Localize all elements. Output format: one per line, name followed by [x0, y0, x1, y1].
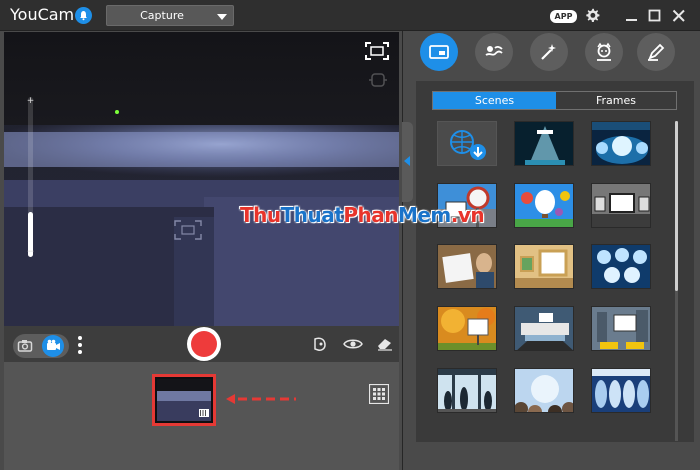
camera-icon[interactable]	[17, 338, 33, 354]
magic-wand-icon	[541, 44, 556, 60]
scene-stage-spotlight[interactable]	[514, 121, 574, 166]
record-button[interactable]	[187, 327, 221, 361]
title-bar: YouCam Capture APP	[0, 0, 700, 31]
minimize-icon[interactable]	[624, 8, 640, 24]
scene-crowd-circle[interactable]	[514, 368, 574, 413]
notification-bell-icon[interactable]	[75, 7, 92, 24]
close-icon[interactable]	[671, 8, 687, 24]
scene-blue-capsules[interactable]	[591, 368, 651, 413]
scene-icon	[429, 45, 449, 59]
brush-tool-button[interactable]	[637, 33, 675, 71]
filmstrip	[4, 362, 399, 470]
mode-dropdown-label: Capture	[140, 9, 184, 22]
scene-window-silhouettes[interactable]	[437, 368, 497, 413]
mode-dropdown[interactable]: Capture	[106, 5, 234, 26]
scene-hot-air-balloons[interactable]	[514, 183, 574, 228]
chevron-down-icon	[217, 14, 227, 20]
video-mode-button[interactable]	[42, 335, 64, 357]
watermark: ThuThuatPhanMem.vn	[240, 203, 485, 227]
gear-icon[interactable]	[585, 8, 600, 23]
magic-tool-button[interactable]	[530, 33, 568, 71]
camera-controls-bar	[4, 326, 399, 362]
scene-blue-spheres[interactable]	[591, 244, 651, 289]
face-tracking-icon[interactable]	[368, 72, 388, 88]
zoom-in-icon[interactable]: +	[26, 97, 35, 106]
collapse-panel-handle[interactable]	[402, 122, 413, 202]
scene-tool-button[interactable]	[420, 33, 458, 71]
app-title: YouCam	[10, 5, 75, 24]
thumbnail-image	[157, 379, 211, 421]
scene-download-more[interactable]	[437, 121, 497, 166]
video-camera-icon	[47, 339, 60, 350]
brush-icon	[648, 43, 665, 61]
watermark-part: Thuat	[280, 203, 344, 227]
maximize-icon[interactable]	[647, 8, 663, 24]
zoom-slider[interactable]	[28, 97, 33, 257]
avatar-tool-button[interactable]	[585, 33, 623, 71]
eye-icon[interactable]	[343, 336, 363, 352]
auto-capture-icon[interactable]	[312, 336, 328, 352]
tab-scenes[interactable]: Scenes	[433, 92, 556, 109]
scenes-scrollbar[interactable]	[675, 121, 678, 441]
camera-feed-image	[4, 32, 399, 326]
scene-train-billboard[interactable]	[514, 306, 574, 351]
avatar-icon	[597, 42, 611, 61]
effects-tabs: Scenes Frames	[432, 91, 677, 110]
tab-frames[interactable]: Frames	[556, 92, 676, 109]
capture-thumbnail[interactable]	[152, 374, 216, 426]
gallery-grid-icon[interactable]	[369, 384, 389, 404]
watermark-part: Thu	[240, 203, 281, 227]
fit-frame-icon[interactable]	[365, 42, 389, 60]
focus-frame-icon	[174, 220, 202, 240]
eraser-icon[interactable]	[376, 336, 394, 352]
more-options-icon[interactable]	[78, 336, 82, 354]
panel-divider	[402, 31, 403, 470]
scene-blue-orbs[interactable]	[591, 121, 651, 166]
pointer-arrow	[226, 394, 296, 404]
app-badge[interactable]: APP	[550, 10, 577, 23]
camera-preview: + −	[4, 32, 399, 326]
scene-city-taxi[interactable]	[591, 306, 651, 351]
scene-autumn-sign[interactable]	[437, 306, 497, 351]
watermark-part: .vn	[450, 203, 485, 227]
watermark-part: Mem	[397, 203, 451, 227]
scene-yellow-gallery[interactable]	[514, 244, 574, 289]
watermark-part: Phan	[343, 203, 398, 227]
photo-video-toggle[interactable]	[13, 334, 69, 358]
zoom-out-icon[interactable]: −	[26, 248, 35, 257]
download-globe-icon	[438, 122, 496, 165]
distortion-tool-button[interactable]	[475, 33, 513, 71]
distortion-icon	[485, 46, 503, 56]
scene-sign-holder[interactable]	[437, 244, 497, 289]
scene-gallery-frames[interactable]	[591, 183, 651, 228]
